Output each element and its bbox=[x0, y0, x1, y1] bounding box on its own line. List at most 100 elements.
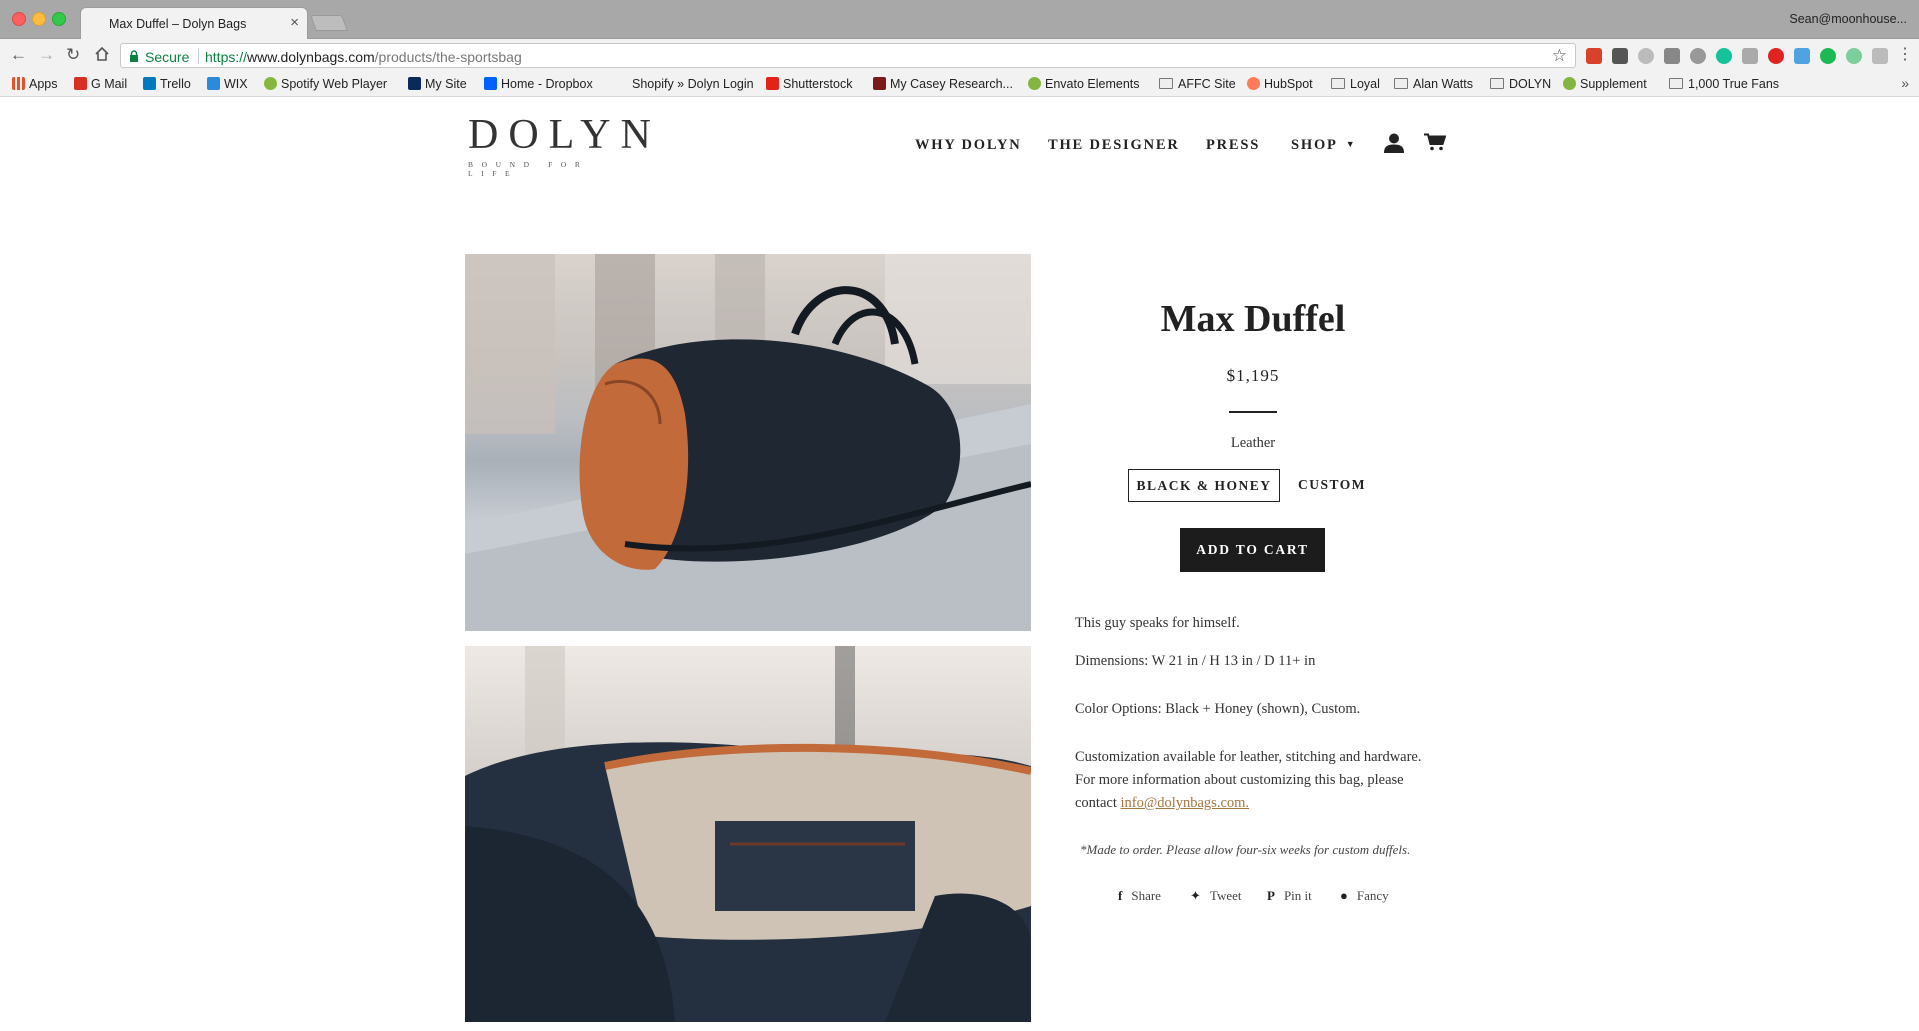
browser-titlebar: Max Duffel – Dolyn Bags × Sean@moonhouse… bbox=[0, 0, 1919, 39]
store-logo[interactable]: DOLYN BOUND FOR LIFE bbox=[468, 112, 661, 178]
url-text[interactable]: https://www.dolynbags.com/products/the-s… bbox=[205, 49, 522, 65]
bookmark-true-fans[interactable]: 1,000 True Fans bbox=[1669, 77, 1779, 91]
description-customization: Customization available for leather, sti… bbox=[1075, 749, 1422, 811]
bookmark-casey-research[interactable]: My Casey Research... bbox=[873, 77, 1013, 91]
folder-icon bbox=[1159, 78, 1173, 89]
browser-toolbar: ← → ↻ Secure https://www.dolynbags.com/p… bbox=[0, 39, 1919, 72]
bookmark-wix[interactable]: WIX bbox=[207, 77, 248, 91]
folder-icon bbox=[1669, 78, 1683, 89]
option-label: Leather bbox=[1230, 435, 1276, 451]
home-icon[interactable] bbox=[94, 46, 110, 66]
divider bbox=[1229, 411, 1277, 413]
forward-arrow-icon[interactable]: → bbox=[38, 46, 55, 64]
address-bar[interactable]: Secure https://www.dolynbags.com/product… bbox=[120, 43, 1576, 68]
option-black-honey[interactable]: BLACK & HONEY bbox=[1128, 469, 1280, 502]
share-fancy[interactable]: ● Fancy bbox=[1340, 888, 1389, 904]
extension-icon[interactable] bbox=[1638, 48, 1654, 64]
fancy-icon: ● bbox=[1340, 888, 1348, 903]
extension-icon[interactable] bbox=[1742, 48, 1758, 64]
bookmark-alan-watts[interactable]: Alan Watts bbox=[1394, 77, 1473, 91]
logo-wordmark: DOLYN bbox=[468, 112, 661, 158]
wix-icon bbox=[207, 77, 220, 90]
bookmark-envato[interactable]: Envato Elements bbox=[1028, 77, 1140, 91]
grammarly-icon[interactable] bbox=[1716, 48, 1732, 64]
option-custom[interactable]: CUSTOM bbox=[1292, 469, 1372, 502]
bookmarks-bar: Apps G Mail Trello WIX Spotify Web Playe… bbox=[0, 72, 1919, 97]
spotify-icon bbox=[264, 77, 277, 90]
description-colors: Color Options: Black + Honey (shown), Cu… bbox=[1075, 701, 1361, 717]
share-facebook[interactable]: f Share bbox=[1118, 888, 1161, 904]
cart-icon[interactable] bbox=[1424, 133, 1446, 151]
browser-tab[interactable]: Max Duffel – Dolyn Bags × bbox=[80, 7, 308, 39]
chevron-down-icon: ▼ bbox=[1345, 139, 1357, 149]
extension-icon[interactable] bbox=[1820, 48, 1836, 64]
logo-tagline: BOUND FOR LIFE bbox=[468, 160, 589, 178]
new-tab-button[interactable] bbox=[310, 15, 348, 31]
casey-icon bbox=[873, 77, 886, 90]
pinterest-icon: P bbox=[1267, 888, 1275, 903]
extension-icon[interactable] bbox=[1846, 48, 1862, 64]
folder-icon bbox=[1394, 78, 1408, 89]
add-to-cart-button[interactable]: ADD TO CART bbox=[1180, 528, 1325, 572]
extension-icon[interactable] bbox=[1586, 48, 1602, 64]
bookmark-gmail[interactable]: G Mail bbox=[74, 77, 127, 91]
bookmark-star-icon[interactable]: ☆ bbox=[1552, 46, 1567, 66]
apps-grid-icon bbox=[12, 77, 25, 90]
dropbox-icon bbox=[484, 77, 497, 90]
bookmark-hubspot[interactable]: HubSpot bbox=[1247, 77, 1313, 91]
bookmark-trello[interactable]: Trello bbox=[143, 77, 191, 91]
folder-icon bbox=[1490, 78, 1504, 89]
secure-label: Secure bbox=[145, 49, 190, 65]
tab-title: Max Duffel – Dolyn Bags bbox=[109, 17, 247, 31]
description-intro: This guy speaks for himself. bbox=[1075, 615, 1240, 631]
facebook-icon: f bbox=[1118, 888, 1123, 903]
bookmark-loyal[interactable]: Loyal bbox=[1331, 77, 1380, 91]
bookmark-apps[interactable]: Apps bbox=[12, 77, 58, 91]
bookmark-dolyn[interactable]: DOLYN bbox=[1490, 77, 1551, 91]
bookmark-shopify[interactable]: Shopify » Dolyn Login bbox=[632, 77, 754, 91]
gmail-icon bbox=[74, 77, 87, 90]
nav-press[interactable]: PRESS bbox=[1206, 137, 1260, 154]
bookmark-dropbox[interactable]: Home - Dropbox bbox=[484, 77, 593, 91]
description-dimensions: Dimensions: W 21 in / H 13 in / D 11+ in bbox=[1075, 653, 1316, 669]
share-twitter[interactable]: ✦ Tweet bbox=[1190, 888, 1241, 904]
extension-icon[interactable] bbox=[1872, 48, 1888, 64]
minimize-window-button[interactable] bbox=[32, 12, 46, 26]
profile-name[interactable]: Sean@moonhouse... bbox=[1789, 12, 1907, 26]
reload-icon[interactable]: ↻ bbox=[66, 46, 80, 64]
maximize-window-button[interactable] bbox=[52, 12, 66, 26]
omnibox-divider bbox=[198, 48, 199, 64]
extension-icon[interactable] bbox=[1612, 48, 1628, 64]
bookmark-my-site[interactable]: My Site bbox=[408, 77, 467, 91]
bookmarks-overflow-icon[interactable]: » bbox=[1901, 75, 1909, 91]
extension-icon[interactable] bbox=[1690, 48, 1706, 64]
email-link[interactable]: info@dolynbags.com. bbox=[1121, 795, 1250, 811]
product-photo-interior[interactable] bbox=[465, 646, 1031, 1022]
extension-icon[interactable] bbox=[1794, 48, 1810, 64]
bookmark-shutterstock[interactable]: Shutterstock bbox=[766, 77, 852, 91]
trello-icon bbox=[143, 77, 156, 90]
envato-icon bbox=[1028, 77, 1041, 90]
site-icon bbox=[408, 77, 421, 90]
product-price: $1,195 bbox=[1226, 366, 1280, 385]
close-window-button[interactable] bbox=[12, 12, 26, 26]
extension-icon[interactable] bbox=[1664, 48, 1680, 64]
bookmark-affc[interactable]: AFFC Site bbox=[1159, 77, 1236, 91]
twitter-icon: ✦ bbox=[1190, 888, 1201, 903]
back-arrow-icon[interactable]: ← bbox=[10, 46, 27, 64]
bookmark-spotify[interactable]: Spotify Web Player bbox=[264, 77, 387, 91]
menu-dots-icon[interactable]: ⋮ bbox=[1897, 46, 1913, 64]
shutterstock-icon bbox=[766, 77, 779, 90]
adblock-icon[interactable] bbox=[1768, 48, 1784, 64]
account-icon[interactable] bbox=[1383, 132, 1405, 154]
product-photo-main[interactable] bbox=[465, 254, 1031, 631]
made-to-order-note: *Made to order. Please allow four-six we… bbox=[1080, 842, 1411, 857]
nav-why-dolyn[interactable]: WHY DOLYN bbox=[915, 137, 1022, 154]
tab-close-icon[interactable]: × bbox=[290, 14, 299, 31]
product-title: Max Duffel bbox=[1160, 298, 1346, 340]
nav-shop[interactable]: SHOP ▼ bbox=[1291, 137, 1356, 154]
bookmark-supplement[interactable]: Supplement bbox=[1563, 77, 1647, 91]
hubspot-icon bbox=[1247, 77, 1260, 90]
nav-the-designer[interactable]: THE DESIGNER bbox=[1048, 137, 1180, 154]
share-pinterest[interactable]: P Pin it bbox=[1267, 888, 1312, 904]
